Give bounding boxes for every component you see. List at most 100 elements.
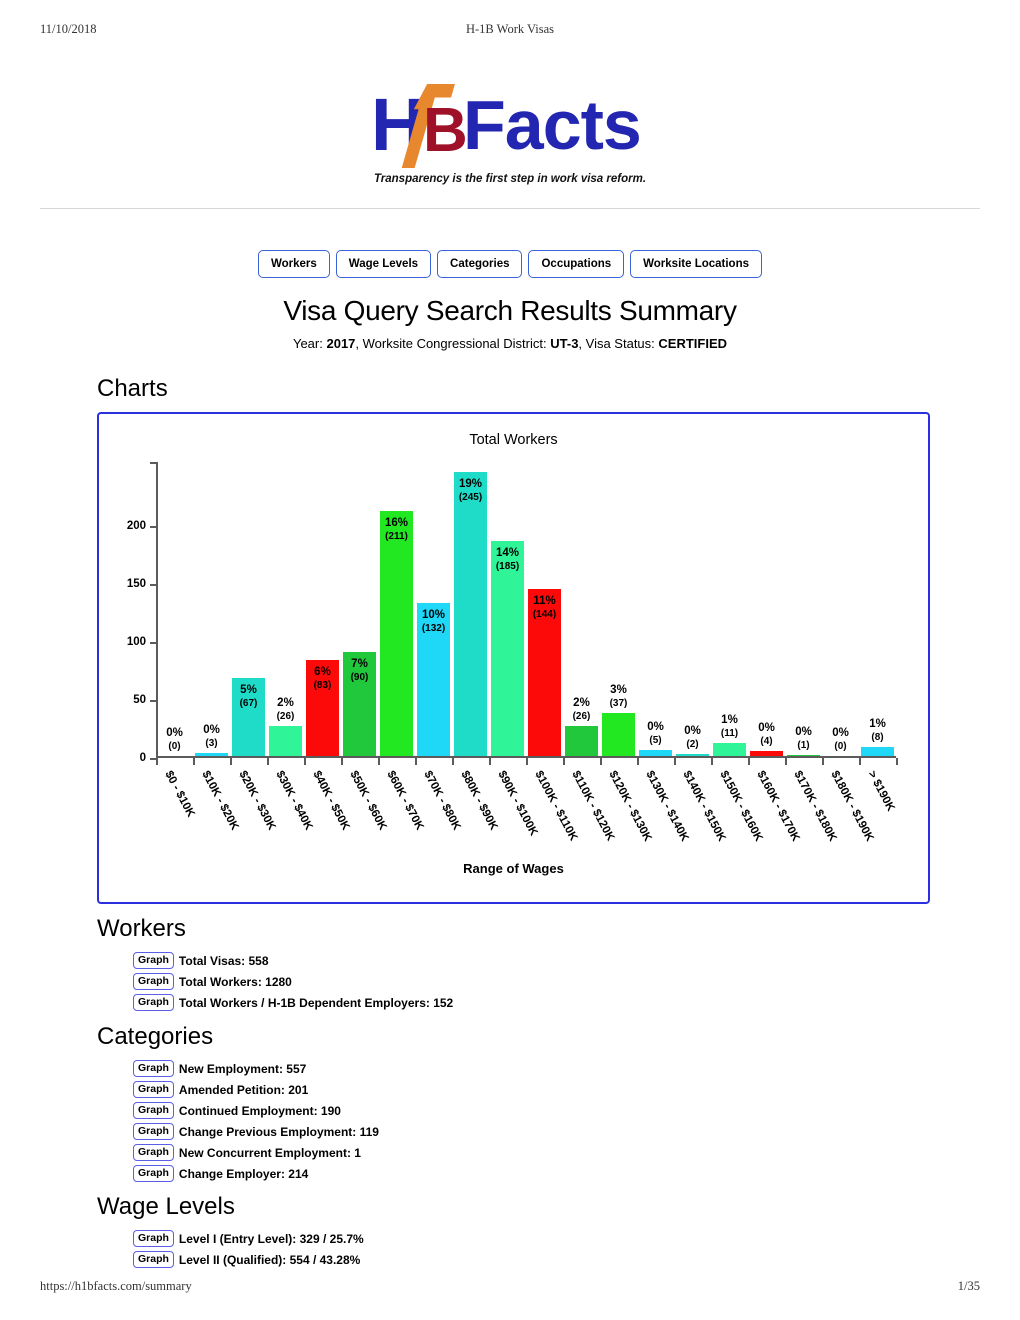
x-axis-tick <box>674 758 676 765</box>
graph-button[interactable]: Graph <box>133 1230 174 1247</box>
bar[interactable] <box>454 471 487 756</box>
subtitle-district-value: UT-3 <box>550 336 579 351</box>
bar-percent: 0% <box>832 727 849 739</box>
print-header: 11/10/2018 H-1B Work Visas <box>0 22 1020 37</box>
bar[interactable] <box>750 751 783 756</box>
x-axis-tick <box>526 758 528 765</box>
chart-title: Total Workers <box>469 432 558 448</box>
bar-count: (245) <box>458 491 483 503</box>
bar-value-label: 0% (3) <box>203 724 220 750</box>
page-root: 11/10/2018 H-1B Work Visas H B Facts Tra… <box>0 0 1020 1320</box>
y-axis-tick-label: 200 <box>126 520 146 532</box>
bar-value-label: 2% (26) <box>277 697 295 723</box>
list-item-label: Continued Employment: 190 <box>178 1103 341 1118</box>
bar[interactable] <box>787 754 820 756</box>
list-item: Graph Continued Employment: 190 <box>133 1102 379 1119</box>
graph-button[interactable]: Graph <box>133 1102 174 1119</box>
x-axis-tick-label: $70K - $80K <box>421 769 463 833</box>
bar-slot: 10% (132) <box>415 466 452 756</box>
bar[interactable] <box>269 725 302 756</box>
bar-slot: 14% (185) <box>489 466 526 756</box>
bar[interactable] <box>861 746 894 756</box>
list-item-label: New Concurrent Employment: 1 <box>178 1145 361 1160</box>
bar-count: (8) <box>871 731 884 743</box>
graph-button[interactable]: Graph <box>133 1165 174 1182</box>
x-axis-tick-label: $50K - $60K <box>347 769 389 833</box>
x-axis-tick <box>748 758 750 765</box>
x-axis-tick <box>378 758 380 765</box>
list-item: Graph Total Visas: 558 <box>133 952 453 969</box>
list-item-label: Amended Petition: 201 <box>178 1082 309 1097</box>
nav-button-workers[interactable]: Workers <box>257 250 330 278</box>
bar-value-label: 16% (211) <box>385 517 408 543</box>
y-axis-tick <box>150 642 157 644</box>
graph-button[interactable]: Graph <box>133 973 174 990</box>
bar-value-label: 5% (67) <box>240 684 258 710</box>
bar-slot: 11% (144) <box>526 466 563 756</box>
x-axis-tick-label: $80K - $90K <box>458 769 500 833</box>
print-footer-page: 1/35 <box>957 1279 980 1293</box>
nav-button-categories[interactable]: Categories <box>437 250 523 278</box>
section-heading-workers: Workers <box>97 915 186 942</box>
bar-value-label: 0% (5) <box>647 721 664 747</box>
bar[interactable] <box>565 725 598 756</box>
bar-slot: 0% (4) <box>748 466 785 756</box>
nav-button-occupations[interactable]: Occupations <box>528 250 625 278</box>
x-axis-tick <box>230 758 232 765</box>
x-axis-tick <box>341 758 343 765</box>
bar-slot: 0% (2) <box>674 466 711 756</box>
print-footer-url: https://h1bfacts.com/summary <box>40 1279 192 1293</box>
print-header-title: H-1B Work Visas <box>465 22 555 36</box>
bar[interactable] <box>713 743 746 756</box>
x-axis-tick <box>600 758 602 765</box>
bar-slot: 7% (90) <box>341 466 378 756</box>
bar-percent: 3% <box>610 684 627 697</box>
bar-slot: 0% (0) <box>156 466 193 756</box>
list-item-label: New Employment: 557 <box>178 1061 307 1076</box>
page-subtitle: Year: 2017, Worksite Congressional Distr… <box>0 336 1020 351</box>
bar-count: (144) <box>532 608 557 620</box>
graph-button[interactable]: Graph <box>133 1144 174 1161</box>
bar[interactable] <box>602 713 635 756</box>
bar-slot: 1% (11) <box>711 466 748 756</box>
x-axis-tick-label: $40K - $50K <box>310 769 352 833</box>
bar[interactable] <box>195 752 228 756</box>
bar-slot: 0% (1) <box>785 466 822 756</box>
bar-percent: 14% <box>495 547 520 560</box>
graph-button[interactable]: Graph <box>133 994 174 1011</box>
bar-value-label: 0% (0) <box>166 727 183 753</box>
list-item-label: Level I (Entry Level): 329 / 25.7% <box>178 1231 364 1246</box>
bar[interactable] <box>676 753 709 756</box>
graph-button[interactable]: Graph <box>133 1123 174 1140</box>
list-item-label: Change Previous Employment: 119 <box>178 1124 379 1139</box>
nav-button-wage-levels[interactable]: Wage Levels <box>335 250 432 278</box>
x-axis-tick <box>563 758 565 765</box>
bar-value-label: 1% (11) <box>721 714 738 740</box>
x-axis-tick-label: $30K - $40K <box>273 769 315 833</box>
bar-percent: 5% <box>240 684 257 697</box>
y-axis-top-tick <box>150 462 157 464</box>
subtitle-status-value: CERTIFIED <box>658 336 728 351</box>
graph-button[interactable]: Graph <box>133 1060 174 1077</box>
graph-button[interactable]: Graph <box>133 1081 174 1098</box>
bar[interactable] <box>491 541 524 756</box>
x-axis-tick <box>452 758 454 765</box>
x-axis-tick <box>711 758 713 765</box>
list-item: Graph Total Workers / H-1B Dependent Empl… <box>133 994 453 1011</box>
bar-percent: 0% <box>166 727 183 739</box>
bar-count: (26) <box>276 710 295 722</box>
bar[interactable] <box>639 750 672 756</box>
graph-button[interactable]: Graph <box>133 952 174 969</box>
bar-value-label: 1% (8) <box>869 718 886 744</box>
bar-count: (0) <box>168 741 181 752</box>
y-axis-tick <box>150 526 157 528</box>
bar[interactable] <box>380 511 413 756</box>
bar-percent: 7% <box>351 657 368 670</box>
bar-value-label: 11% (144) <box>533 595 556 621</box>
bar-slot: 6% (83) <box>304 466 341 756</box>
graph-button[interactable]: Graph <box>133 1251 174 1268</box>
bar-percent: 6% <box>314 665 331 678</box>
nav-button-worksite-locations[interactable]: Worksite Locations <box>630 250 763 278</box>
bar-count: (211) <box>385 531 408 543</box>
list-item: Graph Change Previous Employment: 119 <box>133 1123 379 1140</box>
